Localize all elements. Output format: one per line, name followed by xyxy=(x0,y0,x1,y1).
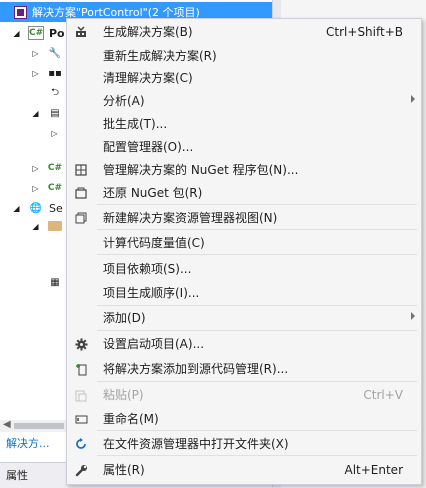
menu-item-build-solution[interactable]: 生成解决方案(B) Ctrl+Shift+B xyxy=(67,20,421,44)
menu-item-batch-build[interactable]: 批生成(T)... xyxy=(67,112,421,136)
menu-separator xyxy=(97,430,417,431)
menu-item-project-build-order[interactable]: 项目生成顺序(I)... xyxy=(67,281,421,305)
collapse-triangle-icon[interactable]: ▷ xyxy=(31,49,40,58)
rename-icon xyxy=(67,407,95,431)
csharp-project-icon: C# xyxy=(28,26,44,40)
tree-item[interactable]: ◢ xyxy=(0,216,62,236)
solution-icon xyxy=(13,5,27,19)
menu-item-label: 将解决方案添加到源代码管理(R)... xyxy=(103,362,289,376)
refresh-arrow-icon xyxy=(67,432,95,456)
menu-item-label: 项目生成顺序(I)... xyxy=(103,286,200,300)
paste-icon xyxy=(67,383,95,407)
menu-item-configuration-manager[interactable]: 配置管理器(O)... xyxy=(67,135,421,159)
config-file-icon: ⮌ xyxy=(50,86,59,98)
collapse-triangle-icon[interactable]: ▷ xyxy=(31,69,40,78)
tree-item[interactable]: ▷ 🔧 xyxy=(0,43,62,63)
menu-separator xyxy=(97,455,417,456)
tree-item[interactable]: ▷ xyxy=(0,123,59,143)
menu-item-new-explorer-view[interactable]: 新建解决方案资源管理器视图(N) xyxy=(67,206,421,230)
menu-item-label: 属性(R) xyxy=(103,463,145,477)
tree-item[interactable]: ◢ ▤ xyxy=(0,103,62,123)
menu-item-label: 粘贴(P) xyxy=(103,388,144,402)
wrench-icon xyxy=(67,458,95,482)
tree-project-node[interactable]: ◢ C# Po xyxy=(0,23,65,43)
menu-item-label: 计算代码度量值(C) xyxy=(103,236,205,250)
tree-item[interactable]: ▷ C# xyxy=(0,178,62,198)
solution-explorer-tab[interactable]: 解决方... xyxy=(0,434,50,454)
scrollbar-thumb[interactable] xyxy=(14,423,64,429)
tree-services-node[interactable]: ◢ 🌐 Se xyxy=(0,198,63,218)
menu-item-label: 重新生成解决方案(R) xyxy=(103,49,217,63)
menu-item-label: 清理解决方案(C) xyxy=(103,71,193,85)
submenu-arrow-icon xyxy=(411,95,415,103)
menu-item-label: 在文件资源管理器中打开文件夹(X) xyxy=(103,437,289,451)
menu-item-label: 分析(A) xyxy=(103,94,145,108)
menu-item-shortcut: Ctrl+V xyxy=(363,388,403,402)
csharp-file-icon: C# xyxy=(47,183,63,193)
expand-triangle-icon[interactable]: ◢ xyxy=(31,222,40,231)
menu-separator xyxy=(97,204,417,205)
menu-item-label: 配置管理器(O)... xyxy=(103,140,194,154)
menu-item-rebuild-solution[interactable]: 重新生成解决方案(R) xyxy=(67,44,421,68)
menu-item-label: 重命名(M) xyxy=(103,412,159,426)
menu-item-properties[interactable]: 属性(R) Alt+Enter xyxy=(67,458,421,482)
menu-item-label: 批生成(T)... xyxy=(103,117,168,131)
nuget-restore-icon xyxy=(67,181,95,205)
menu-item-analyze[interactable]: 分析(A) xyxy=(67,89,421,113)
collapse-triangle-icon[interactable]: ▷ xyxy=(50,129,59,138)
menu-item-set-startup-projects[interactable]: 设置启动项目(A)... xyxy=(67,332,421,356)
expand-triangle-icon[interactable]: ◢ xyxy=(12,29,21,38)
services-label: Se xyxy=(49,201,63,215)
menu-item-rename[interactable]: 重命名(M) xyxy=(67,407,421,431)
menu-item-clean-solution[interactable]: 清理解决方案(C) xyxy=(67,66,421,90)
menu-item-manage-nuget[interactable]: 管理解决方案的 NuGet 程序包(N)... xyxy=(67,158,421,182)
references-icon: ▪▪ xyxy=(48,67,62,79)
menu-item-label: 设置启动项目(A)... xyxy=(103,337,205,351)
tree-item[interactable]: ▷ C# xyxy=(0,158,62,178)
menu-item-shortcut: Alt+Enter xyxy=(344,463,403,477)
new-view-icon xyxy=(67,206,95,230)
expand-triangle-icon[interactable]: ◢ xyxy=(31,109,40,118)
wrench-icon: 🔧 xyxy=(48,47,62,59)
project-label: Po xyxy=(49,26,65,40)
menu-item-label: 生成解决方案(B) xyxy=(103,25,193,39)
tree-item[interactable]: ⮌ xyxy=(0,83,62,103)
menu-item-paste[interactable]: 粘贴(P) Ctrl+V xyxy=(67,383,421,407)
menu-separator xyxy=(97,229,417,230)
collapse-triangle-icon[interactable]: ▷ xyxy=(31,164,40,173)
menu-item-restore-nuget[interactable]: 还原 NuGet 包(R) xyxy=(67,181,421,205)
csharp-file-icon: C# xyxy=(47,163,63,173)
folder-icon xyxy=(48,219,62,233)
menu-item-project-dependencies[interactable]: 项目依赖项(S)... xyxy=(67,257,421,281)
service-project-icon: 🌐 xyxy=(29,202,43,214)
menu-item-shortcut: Ctrl+Shift+B xyxy=(326,25,403,39)
menu-separator xyxy=(97,254,417,255)
context-menu: 生成解决方案(B) Ctrl+Shift+B 重新生成解决方案(R) 清理解决方… xyxy=(66,18,422,485)
scroll-left-icon[interactable]: ◀ xyxy=(3,419,11,430)
menu-item-calculate-metrics[interactable]: 计算代码度量值(C) xyxy=(67,231,421,255)
tree-item[interactable]: ▦ xyxy=(0,272,62,292)
nuget-package-icon xyxy=(67,158,95,182)
menu-item-add-to-source-control[interactable]: 将解决方案添加到源代码管理(R)... xyxy=(67,357,421,381)
menu-item-label: 新建解决方案资源管理器视图(N) xyxy=(103,211,278,225)
form-icon: ▤ xyxy=(50,107,60,119)
build-icon xyxy=(67,20,95,44)
menu-item-label: 管理解决方案的 NuGet 程序包(N)... xyxy=(103,163,299,177)
tree-item[interactable]: ▷ ▪▪ xyxy=(0,63,62,83)
menu-item-open-in-file-explorer[interactable]: 在文件资源管理器中打开文件夹(X) xyxy=(67,432,421,456)
gear-icon xyxy=(67,332,95,356)
properties-panel-title: 属性 xyxy=(6,469,28,482)
menu-separator xyxy=(97,381,417,382)
menu-item-label: 项目依赖项(S)... xyxy=(103,262,192,276)
menu-item-add[interactable]: 添加(D) xyxy=(67,306,421,330)
menu-item-label: 添加(D) xyxy=(103,311,146,325)
web-page-icon: ▦ xyxy=(50,276,60,288)
collapse-triangle-icon[interactable]: ▷ xyxy=(31,184,40,193)
source-control-add-icon xyxy=(67,357,95,381)
menu-item-label: 还原 NuGet 包(R) xyxy=(103,186,203,200)
expand-triangle-icon[interactable]: ◢ xyxy=(12,204,21,213)
menu-separator xyxy=(97,330,417,331)
submenu-arrow-icon xyxy=(411,312,415,320)
